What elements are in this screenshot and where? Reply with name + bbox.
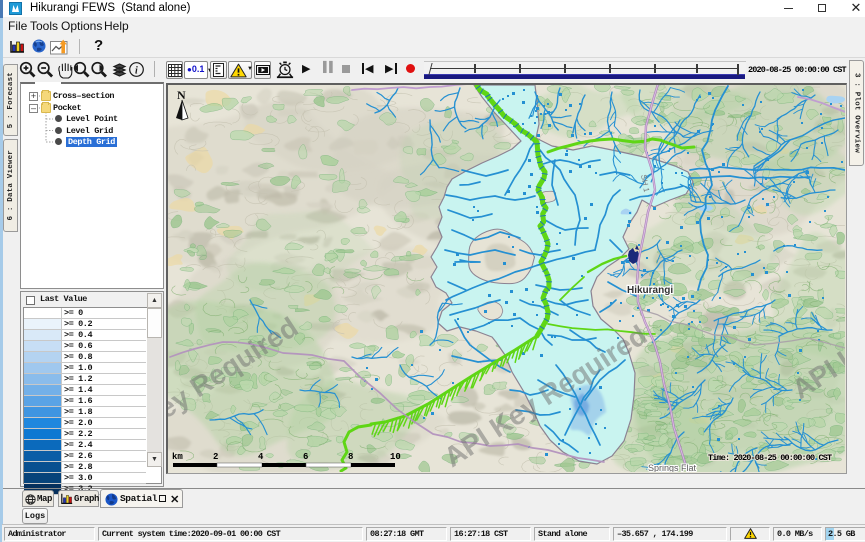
svg-text:N: N (177, 88, 186, 102)
svg-text:2: 2 (213, 452, 218, 462)
svg-text:km: km (172, 452, 183, 462)
svg-text:i: i (135, 66, 138, 77)
svg-text:4: 4 (258, 452, 264, 462)
svg-text:Time: 2020-08-25 00:00:00 CST: Time: 2020-08-25 00:00:00 CST (708, 453, 832, 463)
svg-text:6: 6 (303, 452, 308, 462)
svg-text:8: 8 (348, 452, 353, 462)
svg-text:10: 10 (390, 452, 401, 462)
svg-text:Springs Flat: Springs Flat (648, 463, 697, 472)
svg-text:Hikurangi: Hikurangi (627, 285, 673, 296)
